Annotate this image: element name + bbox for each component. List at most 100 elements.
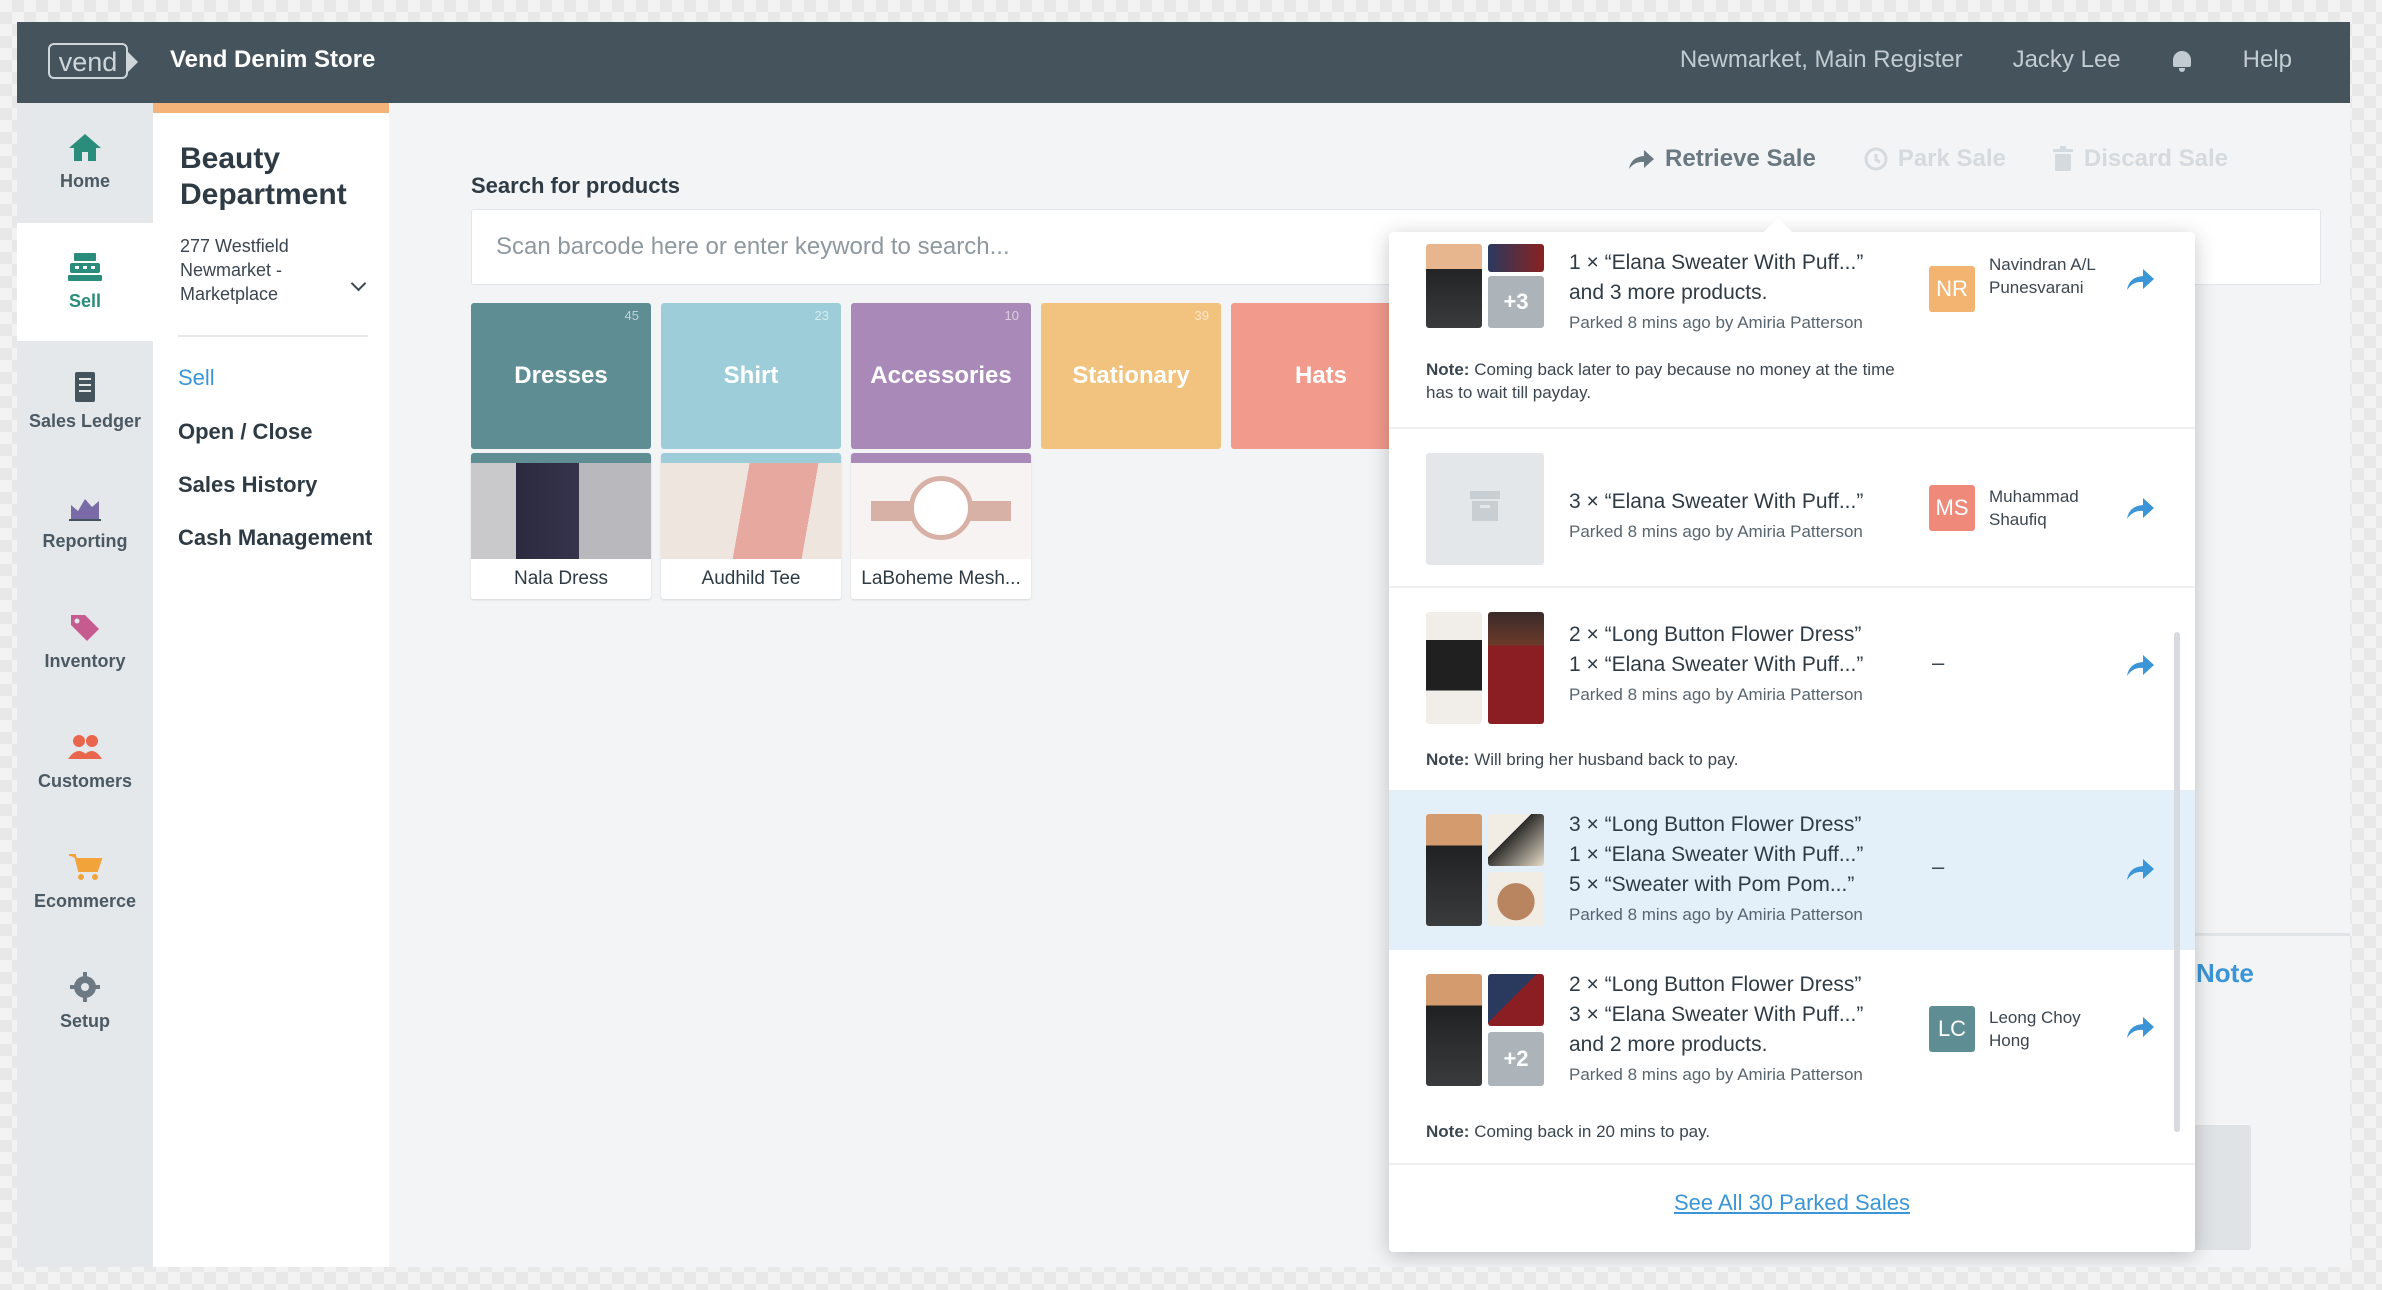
nav-sales-ledger[interactable]: Sales Ledger <box>17 343 153 461</box>
tag-icon <box>71 615 99 641</box>
share-arrow-icon[interactable] <box>2125 495 2155 521</box>
thumbnail <box>1426 974 1482 1086</box>
nav-sales-ledger-label: Sales Ledger <box>28 411 142 431</box>
category-tile-shirt[interactable]: 23 Shirt <box>661 303 841 449</box>
category-tile-stationary[interactable]: 39 Stationary <box>1041 303 1221 449</box>
note-label: Note: <box>1426 750 1470 769</box>
product-tile-nala-dress[interactable]: Nala Dress <box>471 453 651 599</box>
parked-sale-row[interactable]: +3 1 × “Elana Sweater With Puff...” and … <box>1389 232 2195 429</box>
sale-line: 1 × “Elana Sweater With Puff...” <box>1569 843 1864 866</box>
bell-icon[interactable] <box>2171 49 2193 72</box>
customer-avatar: LC <box>1929 1006 1975 1052</box>
nav-inventory-label: Inventory <box>44 651 126 671</box>
nav-setup-label: Setup <box>59 1011 110 1031</box>
search-label: Search for products <box>471 173 681 198</box>
parked-meta: Parked 8 mins ago by Amiria Patterson <box>1569 522 1863 541</box>
parked-sale-row[interactable]: 3 × “Elana Sweater With Puff...” Parked … <box>1389 429 2195 588</box>
nav-inventory[interactable]: Inventory <box>17 583 153 701</box>
tile-count: 39 <box>1194 308 1209 323</box>
thumbnail <box>1488 974 1544 1026</box>
register-link[interactable]: Newmarket, Main Register <box>1680 46 1963 74</box>
park-sale-label: Park Sale <box>1897 145 2006 172</box>
ledger-icon <box>75 372 95 402</box>
sale-line: 2 × “Long Button Flower Dress” <box>1569 623 1862 646</box>
customer-name: Leong Choy Hong <box>1989 1008 2081 1050</box>
note-label: Note: <box>1426 360 1470 379</box>
sale-line: 1 × “Elana Sweater With Puff...” <box>1569 251 1864 274</box>
parked-sales-dropdown: +3 1 × “Elana Sweater With Puff...” and … <box>1389 218 2195 1252</box>
add-note-link[interactable]: Note <box>2196 958 2254 989</box>
scrollbar[interactable] <box>2174 632 2180 1132</box>
see-all-parked-sales-link[interactable]: See All 30 Parked Sales <box>1389 1190 2195 1216</box>
park-sale-button[interactable]: Park Sale <box>1862 145 2006 173</box>
nav-home-label: Home <box>59 171 110 191</box>
sale-line: and 2 more products. <box>1569 1033 1768 1056</box>
nav-sell[interactable]: Sell <box>17 223 153 341</box>
product-name: Audhild Tee <box>701 568 801 589</box>
sale-line: and 3 more products. <box>1569 281 1768 304</box>
subnav-open-close[interactable]: Open / Close <box>178 419 312 445</box>
sale-line: 3 × “Long Button Flower Dress” <box>1569 813 1862 836</box>
product-name: LaBoheme Mesh... <box>861 568 1021 589</box>
product-image <box>661 463 841 559</box>
share-arrow-icon[interactable] <box>2125 266 2155 292</box>
sale-line: 3 × “Elana Sweater With Puff...” <box>1569 1003 1864 1026</box>
tile-count: 45 <box>624 308 639 323</box>
tile-label: Dresses <box>514 362 608 389</box>
category-tile-dresses[interactable]: 45 Dresses <box>471 303 651 449</box>
retrieve-sale-label: Retrieve Sale <box>1665 145 1816 172</box>
subnav-cash-management[interactable]: Cash Management <box>178 525 372 551</box>
sale-line: 3 × “Elana Sweater With Puff...” <box>1569 490 1864 513</box>
category-tile-accessories[interactable]: 10 Accessories <box>851 303 1031 449</box>
parked-sale-row[interactable]: 2 × “Long Button Flower Dress” 1 × “Elan… <box>1389 588 2195 790</box>
nav-reporting[interactable]: Reporting <box>17 463 153 581</box>
placeholder-thumbnail <box>1426 453 1544 565</box>
history-icon <box>1864 147 1888 171</box>
category-tile-hats[interactable]: Hats <box>1231 303 1411 449</box>
parked-sale-row-selected[interactable]: 3 × “Long Button Flower Dress” 1 × “Elan… <box>1389 790 2195 950</box>
no-customer: – <box>1932 854 1945 879</box>
customer-avatar: MS <box>1929 485 1975 531</box>
nav-ecommerce[interactable]: Ecommerce <box>17 823 153 941</box>
divider <box>178 335 368 337</box>
thumbnail <box>1488 872 1544 926</box>
sale-note: Note: Coming back later to pay because n… <box>1426 358 1916 404</box>
help-link[interactable]: Help <box>2243 46 2292 74</box>
nav-setup[interactable]: Setup <box>17 943 153 1061</box>
top-bar: vend Vend Denim Store Newmarket, Main Re… <box>17 22 2350 103</box>
subnav-sell[interactable]: Sell <box>178 365 215 391</box>
discard-sale-label: Discard Sale <box>2083 145 2228 172</box>
nav-customers-label: Customers <box>37 771 133 791</box>
share-arrow-icon[interactable] <box>2125 1014 2155 1040</box>
app-window: vend Vend Denim Store Newmarket, Main Re… <box>17 22 2350 1267</box>
sale-items: 3 × “Elana Sweater With Puff...” Parked … <box>1569 487 1863 547</box>
more-items-badge: +2 <box>1488 1032 1544 1086</box>
vend-logo[interactable]: vend <box>48 43 138 79</box>
sale-line: 2 × “Long Button Flower Dress” <box>1569 973 1862 996</box>
discard-sale-button[interactable]: Discard Sale <box>2052 145 2228 173</box>
customer-name: Navindran A/L Punesvarani <box>1989 255 2096 297</box>
nav-customers[interactable]: Customers <box>17 703 153 821</box>
nav-home[interactable]: Home <box>17 103 153 221</box>
parked-sale-row[interactable]: +2 2 × “Long Button Flower Dress” 3 × “E… <box>1389 950 2195 1165</box>
product-tile-audhild-tee[interactable]: Audhild Tee <box>661 453 841 599</box>
no-customer: – <box>1932 650 1945 675</box>
product-tile-laboheme-mesh[interactable]: LaBoheme Mesh... <box>851 453 1031 599</box>
parked-meta: Parked 8 mins ago by Amiria Patterson <box>1569 1065 1863 1084</box>
register-icon <box>68 253 102 281</box>
subnav-sales-history[interactable]: Sales History <box>178 472 317 498</box>
user-menu[interactable]: Jacky Lee <box>2013 46 2121 74</box>
trash-icon <box>2052 146 2073 171</box>
share-arrow-icon[interactable] <box>2125 652 2155 678</box>
customer-name: Muhammad Shaufiq <box>1989 487 2079 529</box>
product-name: Nala Dress <box>514 568 608 589</box>
share-arrow-icon[interactable] <box>2125 856 2155 882</box>
note-text: Will bring her husband back to pay. <box>1474 750 1739 769</box>
main-nav: Home Sell Sales Ledger Reporting Invento… <box>17 103 153 1267</box>
outlet-address: 277 Westfield Newmarket - Marketplace <box>180 236 289 304</box>
home-icon <box>69 134 101 161</box>
nav-sell-label: Sell <box>68 291 102 311</box>
thumbnail <box>1488 244 1544 272</box>
chevron-down-icon[interactable] <box>350 275 367 292</box>
retrieve-sale-button[interactable]: Retrieve Sale <box>1627 145 1816 173</box>
